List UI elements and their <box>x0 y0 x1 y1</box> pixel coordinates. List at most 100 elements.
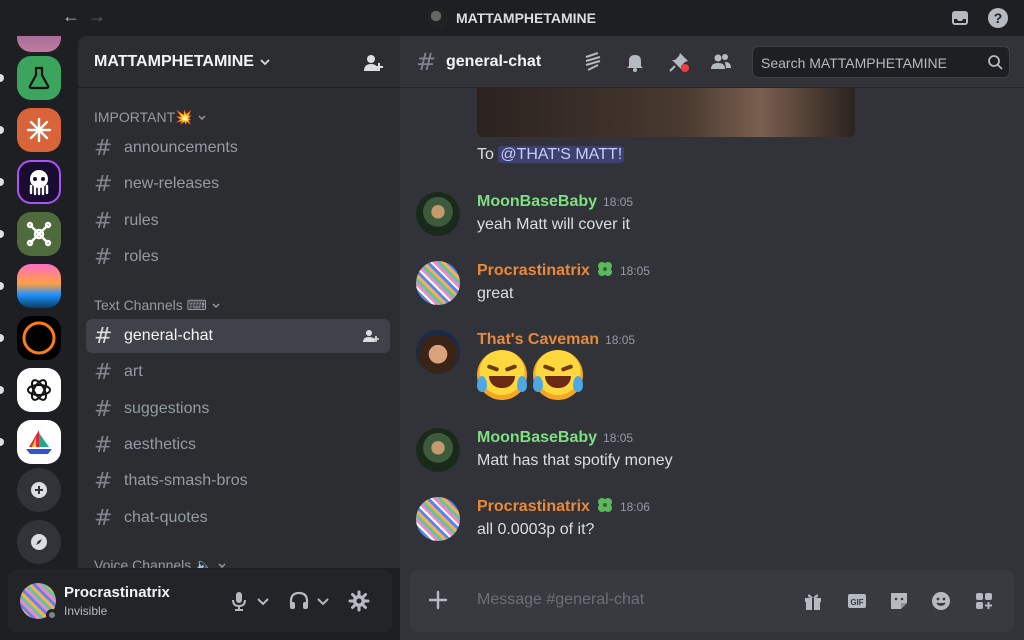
server-icon-flask[interactable] <box>17 56 61 100</box>
chevron-down-icon[interactable] <box>316 590 330 612</box>
server-icon-sunset[interactable] <box>17 264 61 308</box>
message-author[interactable]: MoonBaseBaby <box>477 429 597 446</box>
flask-icon <box>28 66 50 90</box>
category-label: Voice Channels 🔈 <box>94 557 213 568</box>
chevron-down-icon <box>260 58 270 65</box>
message-text: yeah Matt will cover it <box>477 216 630 233</box>
cross-icon <box>26 221 52 247</box>
message-text: all 0.0003p of it? <box>477 521 595 538</box>
avatar[interactable] <box>416 192 460 236</box>
hash-icon: # <box>94 432 113 458</box>
sticker-icon[interactable] <box>888 590 910 612</box>
category-important[interactable]: IMPORTANT💥 <box>94 109 207 126</box>
chevron-down-icon[interactable] <box>256 590 270 612</box>
media-embed[interactable] <box>477 88 855 137</box>
apps-icon[interactable] <box>973 590 995 612</box>
channel-chat-quotes[interactable]: # chat-quotes <box>86 501 390 535</box>
server-icon-burst[interactable] <box>17 108 61 152</box>
mention-prefix: To <box>477 146 499 163</box>
server-icon-boat[interactable] <box>17 420 61 464</box>
search-input[interactable]: Search MATTAMPHETAMINE <box>752 46 1010 78</box>
composer-placeholder: Message #general-chat <box>477 591 645 608</box>
channel-label: roles <box>124 248 159 265</box>
unread-pill <box>0 438 4 446</box>
channel-title: general-chat <box>446 53 542 70</box>
message: Procrastinatrix 18:05 great <box>416 261 1016 321</box>
unread-pill <box>0 282 4 290</box>
server-name: MATTAMPHETAMINE <box>94 52 254 70</box>
category-voice-channels[interactable]: Voice Channels 🔈 <box>94 557 227 568</box>
back-arrow-icon[interactable]: ← <box>62 6 80 27</box>
channel-new-releases[interactable]: # new-releases <box>86 167 390 201</box>
invite-icon[interactable] <box>362 52 384 74</box>
message-composer[interactable]: Message #general-chat GIF <box>410 570 1014 632</box>
inbox-icon[interactable] <box>950 8 970 28</box>
channel-label: suggestions <box>124 400 210 417</box>
add-server-button[interactable] <box>17 468 61 512</box>
explore-button[interactable] <box>17 520 61 564</box>
threads-icon[interactable] <box>582 51 604 73</box>
bell-icon[interactable] <box>624 51 646 73</box>
channel-aesthetics[interactable]: # aesthetics <box>86 428 390 462</box>
avatar[interactable] <box>416 330 460 374</box>
avatar[interactable] <box>416 428 460 472</box>
message-text: great <box>477 285 514 302</box>
message-author[interactable]: That's Caveman <box>477 331 599 348</box>
pin-icon[interactable] <box>668 51 690 73</box>
channel-rules[interactable]: # rules <box>86 204 390 238</box>
message-header: That's Caveman 18:05 <box>477 331 635 349</box>
message-text: To @THAT'S MATT! <box>477 146 625 164</box>
headphones-icon[interactable] <box>288 590 310 612</box>
username[interactable]: Procrastinatrix <box>64 584 170 601</box>
forward-arrow-icon[interactable]: → <box>88 6 106 27</box>
search-icon <box>988 55 1003 70</box>
gif-label: GIF <box>850 598 863 607</box>
message: Procrastinatrix 18:06 all 0.0003p of it? <box>416 497 1016 557</box>
gift-icon[interactable] <box>802 590 824 612</box>
gear-icon[interactable] <box>348 590 370 612</box>
message-author[interactable]: Procrastinatrix <box>477 262 590 279</box>
channel-suggestions[interactable]: # suggestions <box>86 392 390 426</box>
server-icon-openai[interactable] <box>17 368 61 412</box>
message-timestamp: 18:05 <box>605 333 636 347</box>
message-author[interactable]: MoonBaseBaby <box>477 193 597 210</box>
emoji-icon[interactable] <box>930 590 952 612</box>
plus-icon[interactable] <box>426 588 450 612</box>
server-avatar <box>428 8 448 28</box>
chevron-down-icon <box>198 114 206 120</box>
help-icon[interactable]: ? <box>988 8 1008 28</box>
server-icon-top[interactable] <box>17 36 61 52</box>
message-author[interactable]: Procrastinatrix <box>477 498 590 515</box>
category-text-channels[interactable]: Text Channels ⌨ <box>94 297 221 314</box>
compass-icon <box>31 534 47 550</box>
channel-label: thats-smash-bros <box>124 472 248 489</box>
invite-icon[interactable] <box>362 328 380 344</box>
status-indicator <box>46 609 58 621</box>
gif-icon[interactable]: GIF <box>846 590 868 612</box>
category-label: Text Channels ⌨ <box>94 297 207 313</box>
eclipse-icon <box>22 321 56 355</box>
user-mention[interactable]: @THAT'S MATT! <box>498 146 625 163</box>
avatar[interactable] <box>416 261 460 305</box>
server-icon-octopus[interactable] <box>17 160 61 204</box>
hash-icon: # <box>94 359 113 385</box>
channel-general-chat[interactable]: # general-chat <box>86 319 390 353</box>
channel-roles[interactable]: # roles <box>86 240 390 274</box>
server-icon-cross[interactable] <box>17 212 61 256</box>
unread-pill <box>0 386 4 394</box>
server-header[interactable]: MATTAMPHETAMINE <box>78 36 400 88</box>
channel-art[interactable]: # art <box>86 355 390 389</box>
burst-icon <box>26 117 52 143</box>
hash-icon: # <box>94 208 113 234</box>
chevron-down-icon <box>218 562 226 568</box>
channel-label: art <box>124 363 143 380</box>
search-placeholder: Search MATTAMPHETAMINE <box>761 55 947 71</box>
unread-pill <box>0 178 4 186</box>
server-icon-eclipse[interactable] <box>17 316 61 360</box>
members-icon[interactable] <box>710 51 732 73</box>
avatar[interactable] <box>416 497 460 541</box>
channel-thats-smash-bros[interactable]: # thats-smash-bros <box>86 464 390 498</box>
hash-icon: # <box>94 396 113 422</box>
mic-icon[interactable] <box>228 590 250 612</box>
channel-announcements[interactable]: # announcements <box>86 131 390 165</box>
